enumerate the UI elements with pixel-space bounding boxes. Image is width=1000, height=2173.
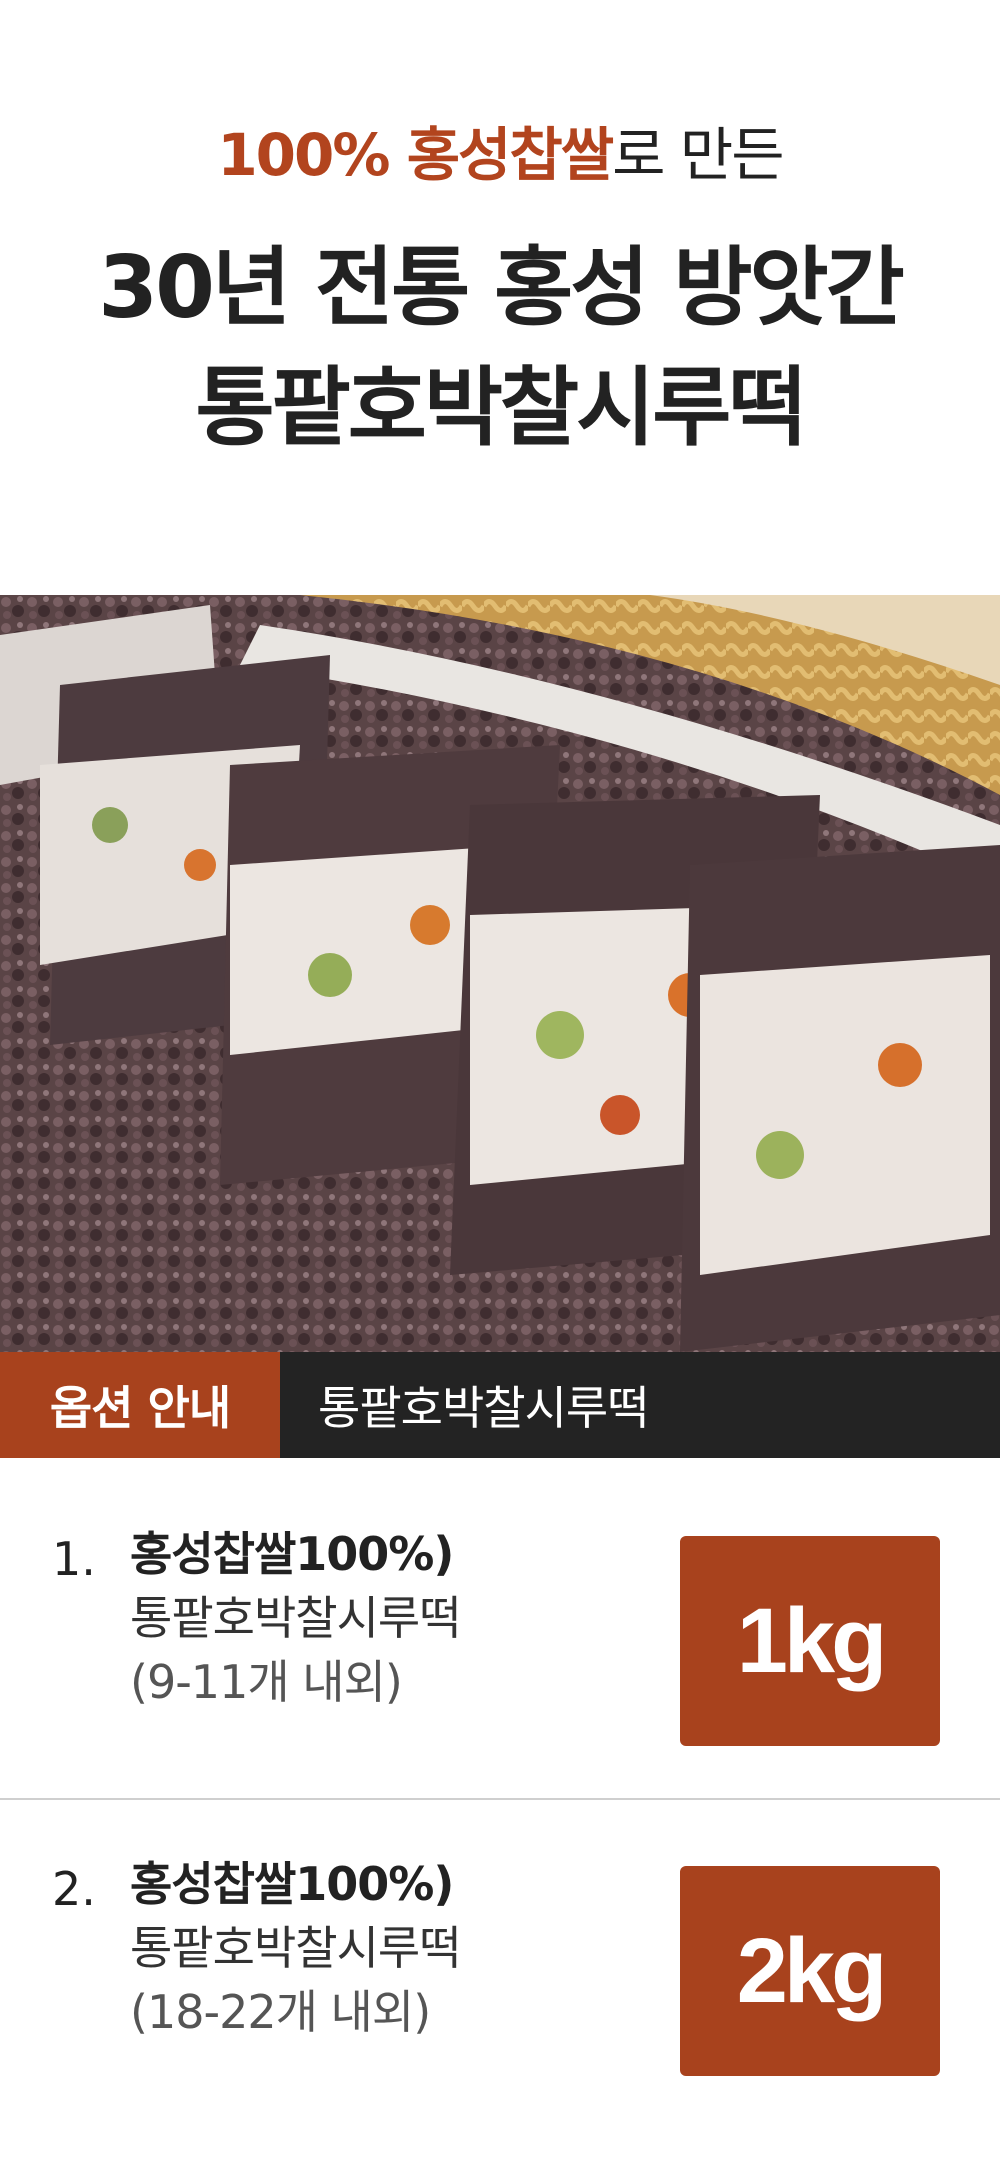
option-count: (18-22개 내외): [130, 1985, 431, 2039]
option-count: (9-11개 내외): [130, 1655, 403, 1709]
option-text: 홍성찹쌀100%) 통팥호박찰시루떡 (9-11개 내외): [130, 1522, 462, 1714]
option-text: 홍성찹쌀100%) 통팥호박찰시루떡 (18-22개 내외): [130, 1852, 462, 2044]
option-info-bar: 옵션 안내 통팥호박찰시루떡: [0, 1352, 1000, 1458]
subtitle: 100% 홍성찹쌀로 만든: [0, 108, 1000, 192]
title-line-1: 30년 전통 홍성 방앗간: [98, 238, 904, 338]
option-tag: 옵션 안내: [0, 1352, 280, 1458]
option-number: 2.: [52, 1862, 96, 1916]
weight-badge: 2kg: [680, 1866, 940, 2076]
weight-badge: 1kg: [680, 1536, 940, 1746]
option-item: 1. 홍성찹쌀100%) 통팥호박찰시루떡 (9-11개 내외) 1kg: [0, 1470, 1000, 1800]
option-product: 통팥호박찰시루떡: [130, 1591, 462, 1645]
option-product: 통팥호박찰시루떡: [130, 1921, 462, 1975]
option-rice: 홍성찹쌀100%): [130, 1527, 454, 1581]
subtitle-rest: 로 만든: [612, 121, 785, 189]
page-title: 30년 전통 홍성 방앗간 통팥호박찰시루떡: [0, 228, 1000, 468]
option-product-name: 통팥호박찰시루떡: [318, 1381, 650, 1435]
option-rice: 홍성찹쌀100%): [130, 1857, 454, 1911]
option-item: 2. 홍성찹쌀100%) 통팥호박찰시루떡 (18-22개 내외) 2kg: [0, 1800, 1000, 2130]
title-line-2: 통팥호박찰시루떡: [195, 358, 808, 458]
hero-header: 100% 홍성찹쌀로 만든 30년 전통 홍성 방앗간 통팥호박찰시루떡: [0, 0, 1000, 595]
product-photo: [0, 595, 1000, 1352]
subtitle-accent: 100% 홍성찹쌀: [217, 121, 614, 189]
option-number: 1.: [52, 1532, 96, 1586]
